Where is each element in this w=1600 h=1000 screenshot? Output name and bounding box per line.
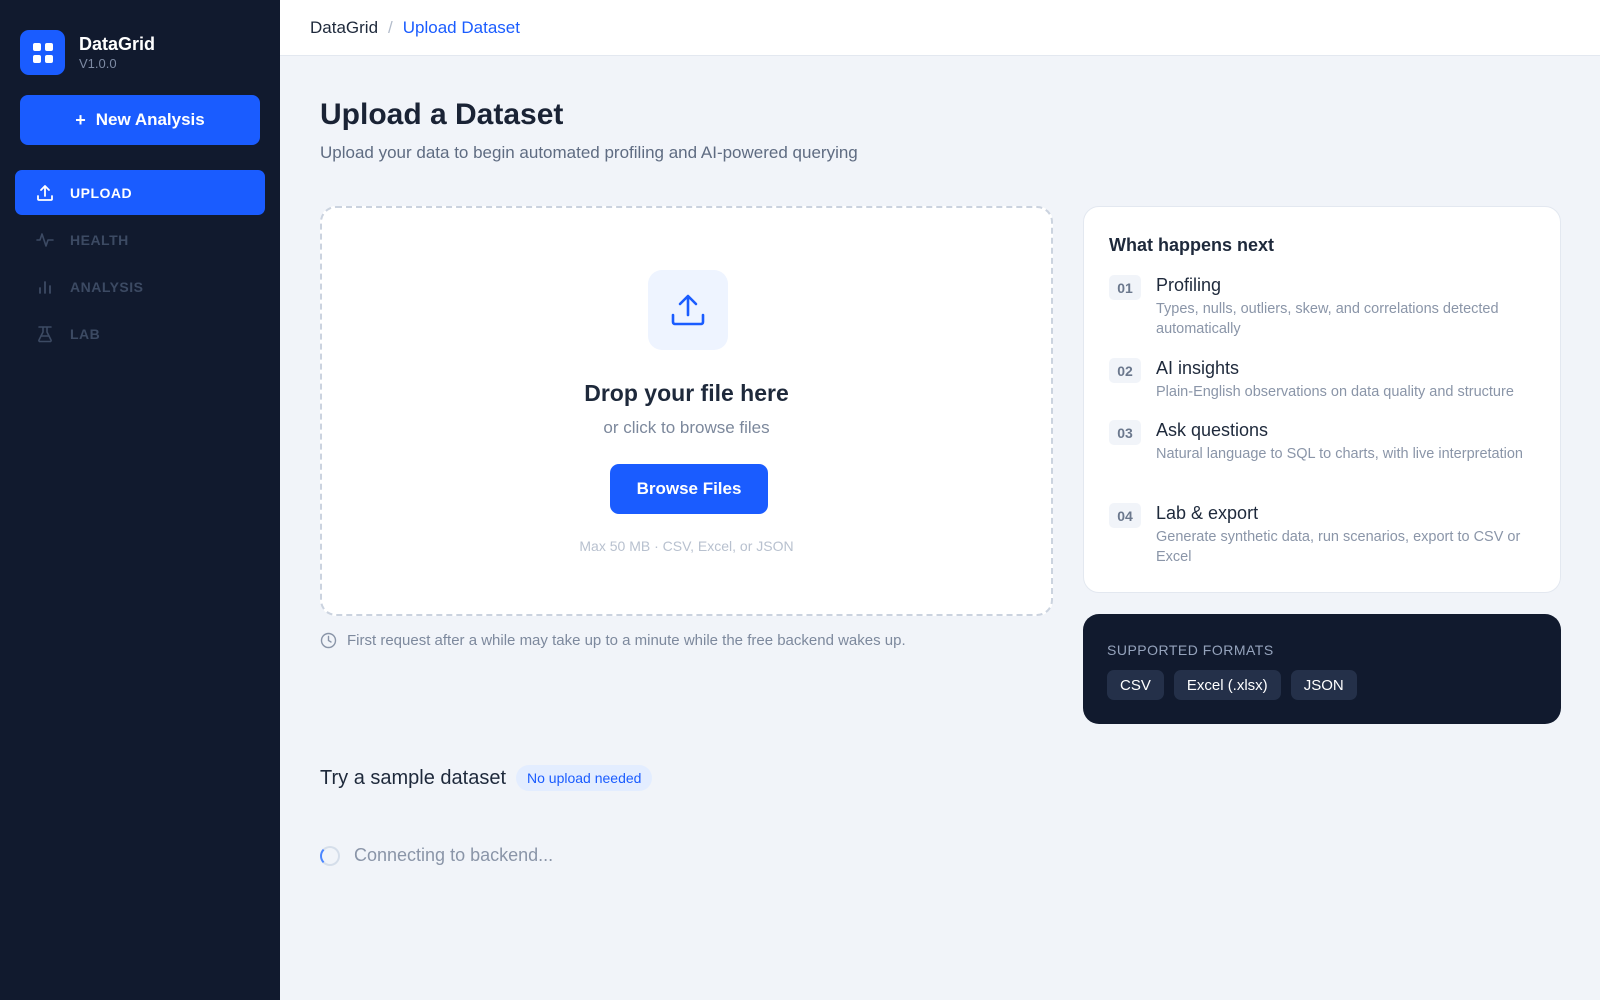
step-number: 04 bbox=[1109, 503, 1141, 528]
sample-dataset-title: Try a sample dataset bbox=[320, 766, 507, 789]
connection-status-text: Connecting to backend... bbox=[354, 845, 554, 865]
format-chip: Excel (.xlsx) bbox=[1173, 670, 1281, 700]
breadcrumb-current: Upload Dataset bbox=[402, 17, 520, 37]
step-description: Natural language to SQL to charts, with … bbox=[1156, 446, 1523, 462]
new-analysis-label: New Analysis bbox=[95, 110, 205, 129]
bar-chart-icon bbox=[35, 277, 55, 297]
sidebar-item-label: LAB bbox=[70, 325, 101, 342]
formats-title: SUPPORTED FORMATS bbox=[1107, 642, 1274, 658]
sidebar: DataGrid V1.0.0 + New Analysis UPLOAD HE… bbox=[0, 0, 280, 1000]
step-profiling: 01 Profiling Types, nulls, outliers, ske… bbox=[1109, 273, 1539, 339]
step-ask-questions: 03 Ask questions Natural language to SQL… bbox=[1109, 418, 1539, 464]
breadcrumb-root[interactable]: DataGrid bbox=[310, 18, 378, 38]
connection-status: Connecting to backend... bbox=[320, 845, 553, 866]
format-chips: CSV Excel (.xlsx) JSON bbox=[1107, 670, 1367, 700]
page-title: Upload a Dataset bbox=[320, 98, 564, 131]
dropzone-title: Drop your file here bbox=[584, 380, 789, 406]
next-steps-title: What happens next bbox=[1109, 235, 1275, 255]
sidebar-item-lab[interactable]: LAB bbox=[15, 311, 265, 356]
supported-formats-card: SUPPORTED FORMATS CSV Excel (.xlsx) JSON bbox=[1083, 614, 1561, 724]
file-dropzone[interactable]: Drop your file here or click to browse f… bbox=[320, 206, 1053, 616]
clock-icon bbox=[320, 632, 337, 649]
browse-files-button[interactable]: Browse Files bbox=[610, 464, 768, 514]
sidebar-item-analysis[interactable]: ANALYSIS bbox=[15, 264, 265, 309]
backend-wake-note: First request after a while may take up … bbox=[320, 632, 906, 649]
step-number: 02 bbox=[1109, 358, 1141, 383]
step-description: Generate synthetic data, run scenarios, … bbox=[1156, 529, 1521, 565]
breadcrumb: DataGrid / Upload Dataset bbox=[280, 0, 1600, 56]
format-chip: CSV bbox=[1107, 670, 1164, 700]
step-title: Profiling bbox=[1156, 275, 1222, 295]
step-description: Plain-English observations on data quali… bbox=[1156, 384, 1514, 400]
step-ai-insights: 02 AI insights Plain-English observation… bbox=[1109, 356, 1539, 402]
brand[interactable]: DataGrid V1.0.0 bbox=[20, 30, 155, 75]
dropzone-limits-note: Max 50 MB · CSV, Excel, or JSON bbox=[579, 538, 794, 554]
step-number: 01 bbox=[1109, 275, 1141, 300]
brand-version: V1.0.0 bbox=[79, 55, 117, 71]
activity-icon bbox=[35, 230, 55, 250]
grid-logo-icon bbox=[20, 30, 65, 75]
step-number: 03 bbox=[1109, 420, 1141, 445]
page-subtitle: Upload your data to begin automated prof… bbox=[320, 143, 858, 162]
sidebar-item-label: HEALTH bbox=[70, 231, 129, 248]
sidebar-item-upload[interactable]: UPLOAD bbox=[15, 170, 265, 215]
step-lab-export: 04 Lab & export Generate synthetic data,… bbox=[1109, 501, 1539, 567]
flask-icon bbox=[35, 324, 55, 344]
what-happens-next-card: What happens next 01 Profiling Types, nu… bbox=[1083, 206, 1561, 593]
step-description: Types, nulls, outliers, skew, and correl… bbox=[1156, 301, 1499, 337]
sidebar-item-label: ANALYSIS bbox=[70, 278, 144, 295]
sample-dataset-header: Try a sample dataset No upload needed bbox=[320, 765, 653, 791]
sidebar-item-label: UPLOAD bbox=[70, 184, 133, 201]
loading-spinner-icon bbox=[320, 845, 340, 866]
step-title: Ask questions bbox=[1156, 420, 1269, 440]
breadcrumb-separator: / bbox=[388, 17, 393, 37]
step-title: Lab & export bbox=[1156, 503, 1259, 523]
format-chip: JSON bbox=[1290, 670, 1357, 700]
upload-tray-icon bbox=[648, 270, 728, 350]
upload-icon bbox=[35, 183, 55, 203]
sidebar-nav: UPLOAD HEALTH ANALYSIS LAB bbox=[15, 170, 265, 358]
wake-note-text: First request after a while may take up … bbox=[347, 632, 906, 649]
sidebar-item-health[interactable]: HEALTH bbox=[15, 217, 265, 262]
step-title: AI insights bbox=[1156, 358, 1240, 378]
dropzone-subtitle: or click to browse files bbox=[603, 418, 770, 437]
no-upload-badge: No upload needed bbox=[516, 765, 653, 791]
plus-icon: + bbox=[75, 109, 86, 130]
brand-name: DataGrid bbox=[79, 33, 156, 54]
new-analysis-button[interactable]: + New Analysis bbox=[20, 95, 260, 145]
